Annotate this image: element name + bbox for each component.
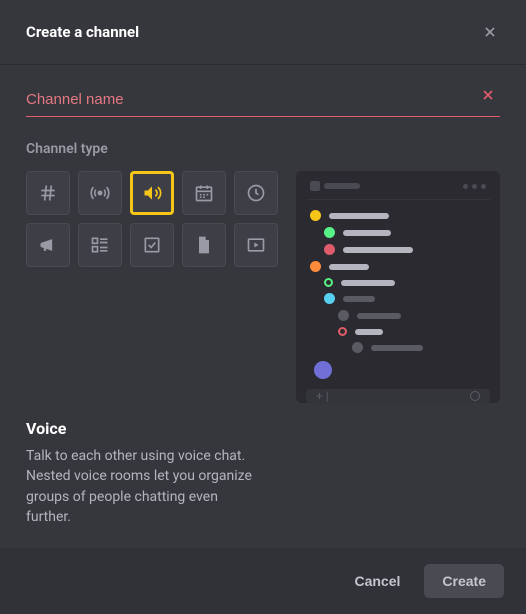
- create-button[interactable]: Create: [424, 564, 504, 598]
- clock-icon: [246, 183, 266, 203]
- preview-footer-circle: [470, 391, 480, 401]
- preview-user-row: [324, 293, 486, 304]
- preview-user-row: [324, 278, 486, 287]
- x-icon: [480, 87, 496, 103]
- selected-type-description: Talk to each other using voice chat. Nes…: [26, 446, 266, 527]
- volume-icon: [142, 183, 162, 203]
- preview-user-row: [310, 261, 486, 272]
- preview-name-bar: [329, 213, 389, 219]
- megaphone-icon: [38, 235, 58, 255]
- preview-avatar: [338, 327, 347, 336]
- preview-user-row: [310, 210, 486, 221]
- type-announcement[interactable]: [26, 223, 70, 267]
- channel-type-grid: [26, 171, 278, 403]
- close-button[interactable]: [476, 18, 504, 46]
- preview-name-bar: [343, 247, 413, 253]
- preview-name-bar: [343, 230, 391, 236]
- preview-name-bar: [355, 329, 383, 335]
- type-text[interactable]: [26, 171, 70, 215]
- preview-avatar: [310, 261, 321, 272]
- preview-user-list: [306, 200, 490, 383]
- channel-name-field: [26, 87, 500, 117]
- list-grid-icon: [90, 235, 110, 255]
- type-calendar[interactable]: [182, 171, 226, 215]
- preview-avatar: [324, 227, 335, 238]
- preview-name-bar: [357, 313, 401, 319]
- preview-avatar: [324, 293, 335, 304]
- preview-header: [306, 181, 490, 200]
- type-schedule[interactable]: [234, 171, 278, 215]
- preview-name-bar: [371, 345, 423, 351]
- calendar-icon: [194, 183, 214, 203]
- modal-header: Create a channel: [0, 0, 526, 65]
- preview-avatar: [324, 244, 335, 255]
- type-media[interactable]: [234, 223, 278, 267]
- close-icon: [482, 24, 498, 40]
- preview-footer: + |: [306, 389, 490, 403]
- checkbox-icon: [142, 235, 162, 255]
- preview-name-bar: [343, 296, 375, 302]
- preview-user-row: [338, 310, 486, 321]
- preview-avatar: [324, 278, 333, 287]
- type-docs[interactable]: [182, 223, 226, 267]
- preview-footer-text: + |: [316, 389, 329, 403]
- clear-name-button[interactable]: [480, 87, 500, 107]
- preview-user-row: [324, 244, 486, 255]
- channel-preview: + |: [296, 171, 500, 403]
- channel-name-input[interactable]: [26, 87, 500, 117]
- preview-name-bar: [329, 264, 369, 270]
- type-broadcast[interactable]: [78, 171, 122, 215]
- modal-title: Create a channel: [26, 23, 139, 41]
- type-voice[interactable]: [130, 171, 174, 215]
- modal-footer: Cancel Create: [0, 548, 526, 614]
- channel-type-label: Channel type: [26, 141, 500, 157]
- type-checklist[interactable]: [130, 223, 174, 267]
- preview-avatar: [310, 210, 321, 221]
- preview-avatar: [338, 310, 349, 321]
- document-icon: [194, 235, 214, 255]
- broadcast-icon: [90, 183, 110, 203]
- preview-avatar: [352, 342, 363, 353]
- preview-name-bar: [341, 280, 395, 286]
- cancel-button[interactable]: Cancel: [336, 564, 418, 598]
- preview-user-row: [352, 342, 486, 353]
- media-icon: [246, 235, 266, 255]
- preview-self-avatar: [314, 361, 332, 379]
- selected-type-title: Voice: [26, 419, 500, 438]
- type-list[interactable]: [78, 223, 122, 267]
- hash-icon: [38, 183, 58, 203]
- preview-user-row: [324, 227, 486, 238]
- create-channel-modal: Create a channel Channel type: [0, 0, 526, 614]
- preview-user-row: [338, 327, 486, 336]
- modal-body: Channel type: [0, 65, 526, 548]
